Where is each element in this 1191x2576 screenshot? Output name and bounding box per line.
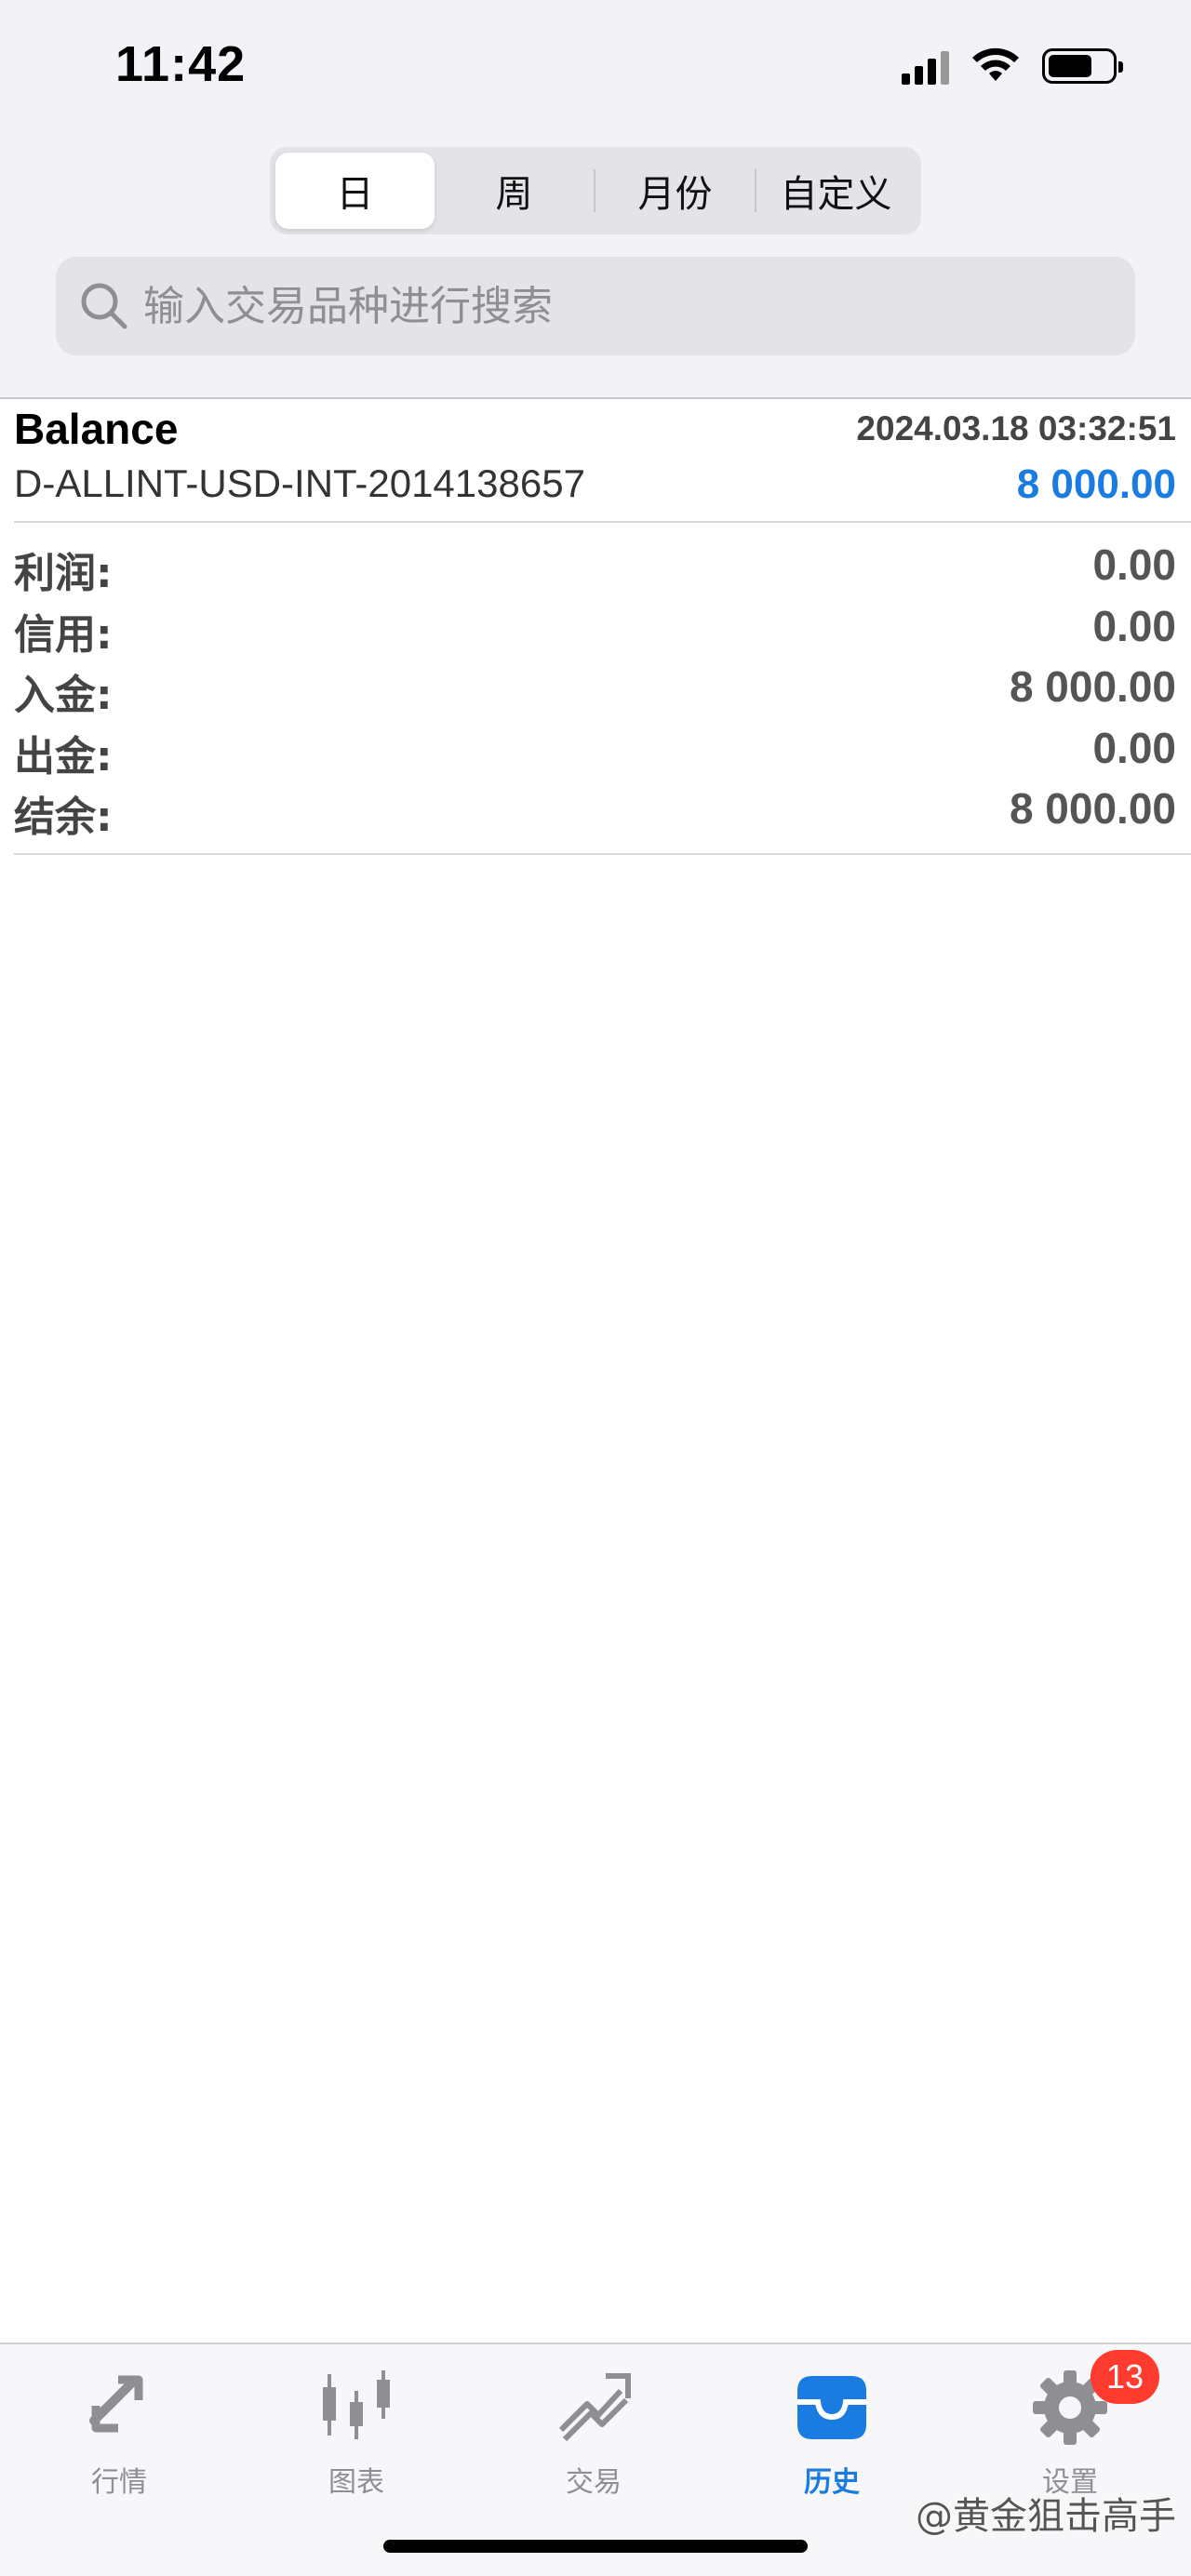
tab-label: 历史 [804, 2466, 860, 2499]
candlestick-chart-icon [323, 2370, 390, 2439]
history-screen: 11:42 日 周 月份 自定义 输入交易品种进行搜索 Balance 2024… [0, 0, 1191, 2576]
summary-value: 0.00 [1092, 601, 1176, 650]
search-icon [81, 283, 127, 329]
header-area: 11:42 日 周 月份 自定义 [0, 0, 1191, 398]
tab-custom[interactable]: 自定义 [756, 153, 916, 229]
summary-value: 8 000.00 [1009, 662, 1176, 711]
period-segmented-control: 日 周 月份 自定义 [270, 147, 921, 234]
tab-day[interactable]: 日 [275, 153, 435, 229]
search-bar[interactable] [56, 257, 1135, 355]
status-time: 11:42 [115, 36, 247, 92]
summary-label: 结余: [14, 794, 113, 841]
summary-value: 0.00 [1092, 541, 1176, 589]
battery-icon [1042, 48, 1123, 84]
summary-label: 入金: [14, 672, 113, 719]
tab-history[interactable]: 历史 [739, 2363, 925, 2500]
settings-notification-badge: 13 [1091, 2350, 1159, 2404]
wifi-icon [972, 47, 1019, 81]
summary-value: 0.00 [1092, 723, 1176, 772]
history-inbox-icon [797, 2376, 866, 2439]
trade-icon [558, 2373, 631, 2442]
tab-label: 交易 [566, 2466, 622, 2499]
summary-row-withdrawal: 出金: 0.00 [0, 721, 1191, 782]
summary-list: 利润: 0.00 信用: 0.00 入金: 8 000.00 出金: 0.00 … [0, 538, 1191, 843]
cellular-signal-icon [902, 47, 949, 85]
record-datetime: 2024.03.18 03:32:51 [856, 409, 1176, 447]
summary-label: 利润: [14, 550, 113, 597]
tab-trade[interactable]: 交易 [501, 2363, 687, 2500]
quotes-icon [89, 2375, 143, 2433]
tab-month[interactable]: 月份 [596, 153, 755, 229]
divider [14, 521, 1191, 523]
tab-week[interactable]: 周 [435, 153, 594, 229]
home-indicator[interactable] [383, 2540, 808, 2553]
summary-row-credit: 信用: 0.00 [0, 599, 1191, 661]
tab-chart[interactable]: 图表 [263, 2363, 449, 2500]
summary-row-profit: 利润: 0.00 [0, 538, 1191, 599]
search-input[interactable] [143, 282, 1111, 330]
summary-label: 信用: [14, 610, 113, 659]
tab-label: 行情 [91, 2466, 147, 2499]
summary-label: 出金: [14, 732, 113, 781]
status-icons [902, 43, 1123, 89]
summary-value: 8 000.00 [1009, 784, 1176, 833]
summary-row-deposit: 入金: 8 000.00 [0, 660, 1191, 721]
record-type: Balance [14, 405, 179, 453]
record-account: D-ALLINT-USD-INT-2014138657 [14, 461, 585, 505]
divider [14, 853, 1191, 855]
watermark: @黄金狙击高手 [916, 2495, 1176, 2538]
summary-row-balance: 结余: 8 000.00 [0, 781, 1191, 843]
tab-label: 图表 [328, 2466, 384, 2499]
divider [0, 397, 1191, 399]
record-amount: 8 000.00 [1016, 461, 1176, 507]
tab-quotes[interactable]: 行情 [26, 2363, 212, 2500]
